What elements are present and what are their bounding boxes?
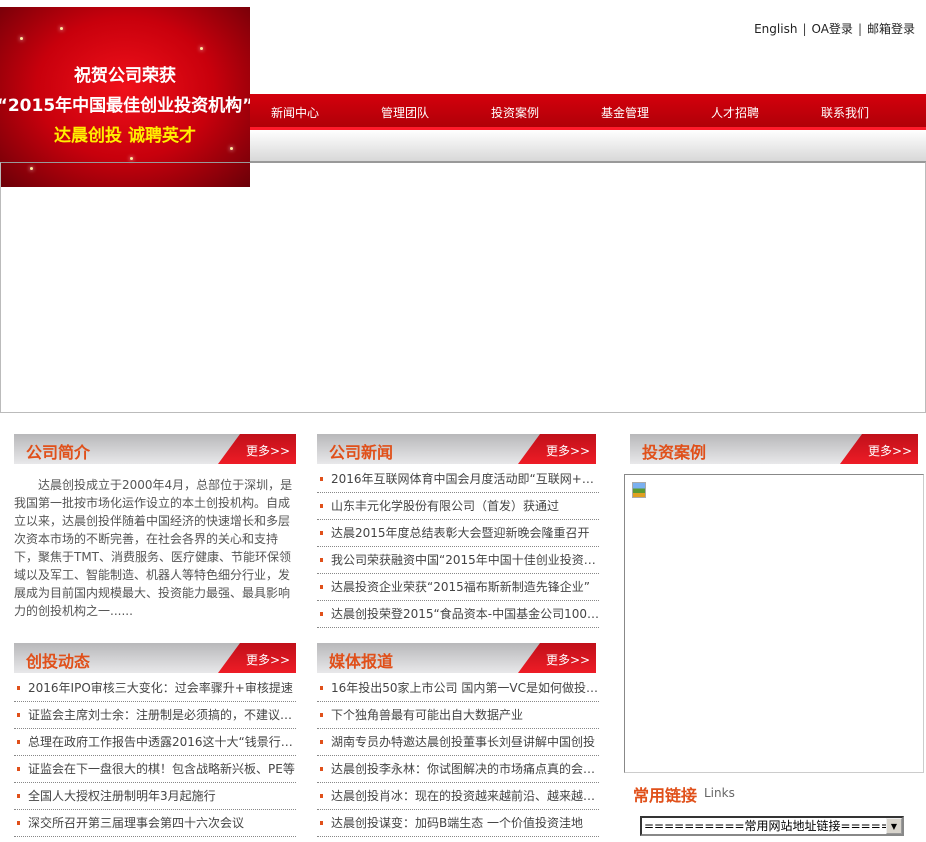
nav-jobs[interactable]: 人才招聘 xyxy=(680,104,790,121)
media-title: 媒体报道 xyxy=(329,652,394,671)
cases-box xyxy=(624,474,924,773)
main-banner-area xyxy=(0,162,926,413)
nav-news[interactable]: 新闻中心 xyxy=(240,104,350,121)
intro-title: 公司简介 xyxy=(26,443,91,462)
cases-title: 投资案例 xyxy=(642,443,707,462)
list-item[interactable]: 我公司荣获融资中国“2015年中国十佳创业投资机构” xyxy=(317,547,599,574)
mail-login-link[interactable]: 邮箱登录 xyxy=(867,22,915,36)
media-more-button[interactable]: 更多>> xyxy=(518,643,596,673)
list-item[interactable]: 总理在政府工作报告中透露2016这十大“钱景行业” xyxy=(14,729,296,756)
nav-cases[interactable]: 投资案例 xyxy=(460,104,570,121)
list-item[interactable]: 达晨创投肖冰：现在的投资越来越前沿、越来越早期 xyxy=(317,783,599,810)
sub-nav-bar xyxy=(250,130,926,162)
oa-login-link[interactable]: OA登录 xyxy=(811,22,852,36)
chevron-down-icon[interactable]: ▼ xyxy=(886,818,902,834)
list-item[interactable]: 16年投出50家上市公司 国内第一VC是如何做投资的 xyxy=(317,675,599,702)
dynamics-title: 创投动态 xyxy=(26,652,91,671)
list-item[interactable]: 全国人大授权注册制明年3月起施行 xyxy=(14,783,296,810)
news-more-button[interactable]: 更多>> xyxy=(518,434,596,464)
nav-funds[interactable]: 基金管理 xyxy=(570,104,680,121)
list-item[interactable]: 深交所召开第三届理事会第四十六次会议 xyxy=(14,810,296,837)
list-item[interactable]: 达晨创投李永林：你试图解决的市场痛点真的会存在吗 xyxy=(317,756,599,783)
intro-text: 达晨创投成立于2000年4月，总部位于深圳，是我国第一批按市场化运作设立的本土创… xyxy=(14,478,293,618)
media-header: 媒体报道 更多>> xyxy=(317,643,596,673)
list-item[interactable]: 达晨创投谋变：加码B端生态 一个价值投资洼地 xyxy=(317,810,599,837)
recruitment-banner[interactable]: 祝贺公司荣获 “2015年中国最佳创业投资机构” 达晨创投 诚聘英才 xyxy=(0,7,250,187)
news-header: 公司新闻 更多>> xyxy=(317,434,596,464)
list-item[interactable]: 达晨创投荣登2015“食品资本-中国基金公司100强” xyxy=(317,601,599,628)
nav-contact[interactable]: 联系我们 xyxy=(790,104,900,121)
broken-image-icon[interactable] xyxy=(632,482,646,498)
nav-team[interactable]: 管理团队 xyxy=(350,104,460,121)
list-item[interactable]: 2016年IPO审核三大变化：过会率骤升+审核提速 xyxy=(14,675,296,702)
top-links: English | OA登录 | 邮箱登录 xyxy=(754,22,915,36)
cases-more-button[interactable]: 更多>> xyxy=(840,434,918,464)
banner-line3: 达晨创投 诚聘英才 xyxy=(54,126,196,146)
main-nav: 新闻中心 管理团队 投资案例 基金管理 人才招聘 联系我们 xyxy=(250,94,926,130)
list-item[interactable]: 湖南专员办特邀达晨创投董事长刘昼讲解中国创投 xyxy=(317,729,599,756)
list-item[interactable]: 下个独角兽最有可能出自大数据产业 xyxy=(317,702,599,729)
media-list: 16年投出50家上市公司 国内第一VC是如何做投资的 下个独角兽最有可能出自大数据… xyxy=(317,675,599,837)
dynamics-header: 创投动态 更多>> xyxy=(14,643,296,673)
news-title: 公司新闻 xyxy=(329,443,394,462)
links-select[interactable]: ==========常用网站地址链接==========▼ xyxy=(640,816,904,836)
english-link[interactable]: English xyxy=(754,22,797,36)
list-item[interactable]: 证监会在下一盘很大的棋！包含战略新兴板、PE等 xyxy=(14,756,296,783)
dynamics-list: 2016年IPO审核三大变化：过会率骤升+审核提速 证监会主席刘士余：注册制是必须… xyxy=(14,675,296,837)
links-select-value: ==========常用网站地址链接========== xyxy=(644,819,902,833)
intro-more-button[interactable]: 更多>> xyxy=(218,434,296,464)
banner-line1: 祝贺公司荣获 xyxy=(74,66,176,86)
dynamics-more-button[interactable]: 更多>> xyxy=(218,643,296,673)
list-item[interactable]: 达晨2015年度总结表彰大会暨迎新晚会隆重召开 xyxy=(317,520,599,547)
list-item[interactable]: 达晨投资企业荣获“2015福布斯新制造先锋企业” xyxy=(317,574,599,601)
list-item[interactable]: 山东丰元化学股份有限公司（首发）获通过 xyxy=(317,493,599,520)
banner-line2: “2015年中国最佳创业投资机构” xyxy=(0,96,250,116)
news-list: 2016年互联网体育中国会月度活动即“互联网+体育” 山东丰元化学股份有限公司（首… xyxy=(317,466,599,628)
cases-header: 投资案例 更多>> xyxy=(630,434,918,464)
links-subtitle: Links xyxy=(704,786,735,800)
list-item[interactable]: 2016年互联网体育中国会月度活动即“互联网+体育” xyxy=(317,466,599,493)
intro-header: 公司简介 更多>> xyxy=(14,434,296,464)
links-title: 常用链接 xyxy=(633,786,698,805)
list-item[interactable]: 证监会主席刘士余：注册制是必须搞的，不建议过度解读 xyxy=(14,702,296,729)
